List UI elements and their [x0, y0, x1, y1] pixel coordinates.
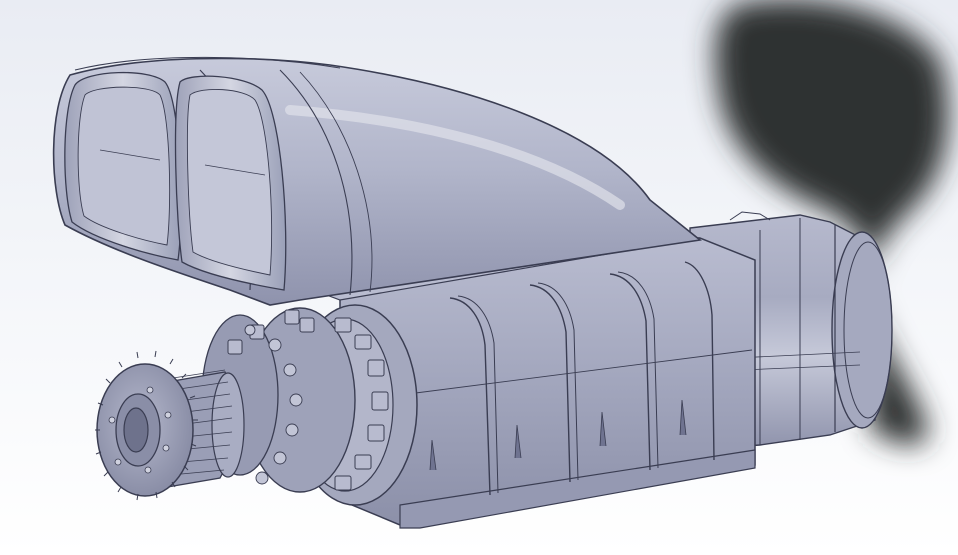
cad-viewport[interactable] [0, 0, 958, 555]
drive-pulley [95, 350, 245, 501]
supercharger-model[interactable] [0, 0, 958, 555]
